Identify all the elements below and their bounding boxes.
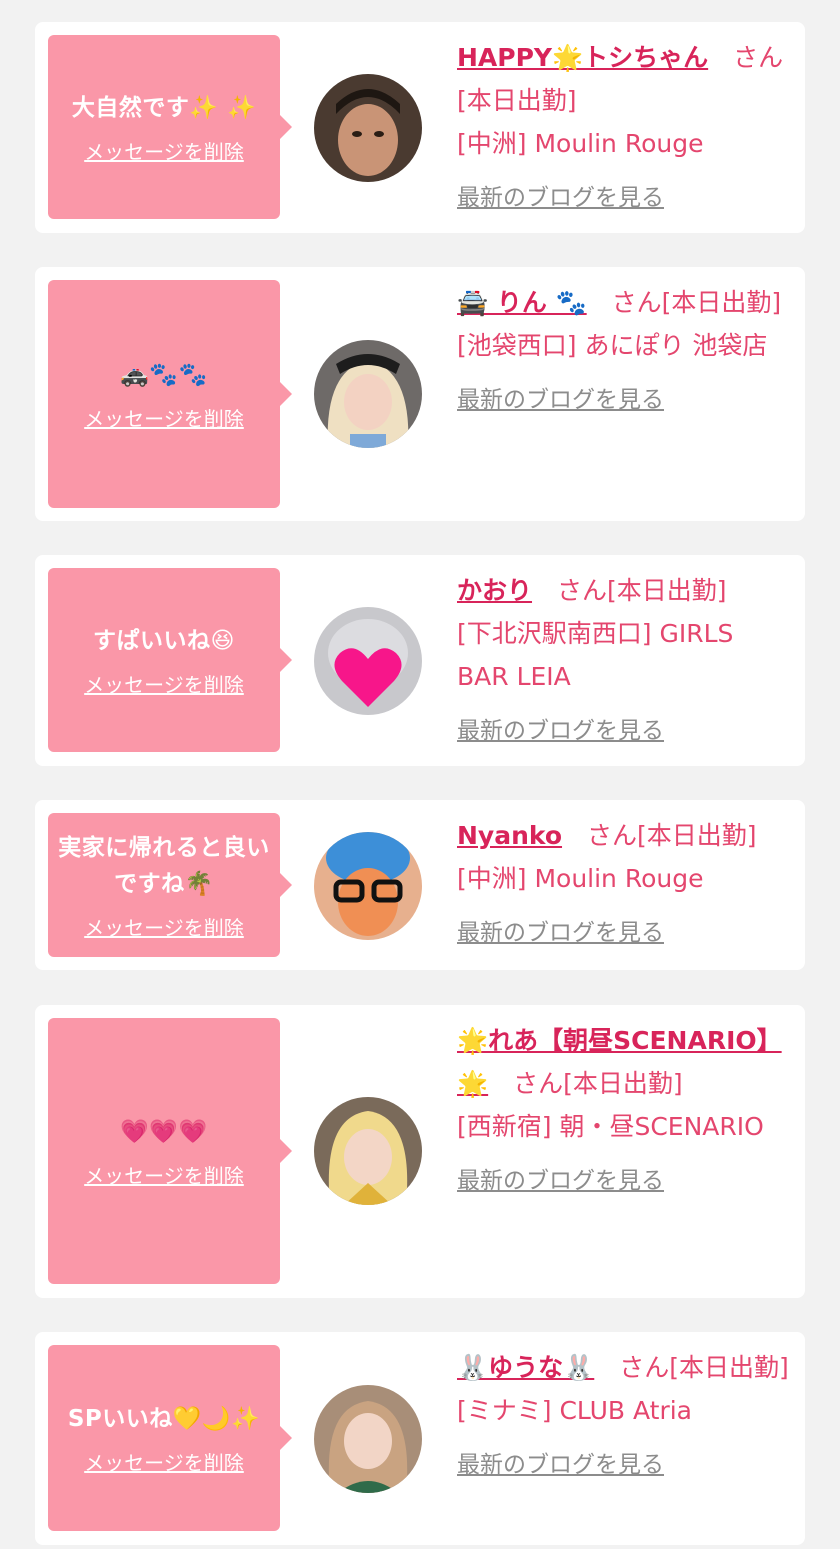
cast-status: さん[本日出勤]	[562, 821, 757, 850]
message-card: すぱいいね😆 メッセージを削除 かおり さん[本日出勤] [下北沢駅南西口] G…	[35, 555, 805, 766]
avatar-photo	[314, 832, 422, 940]
message-card: 大自然です✨ ✨ メッセージを削除 HAPPY🌟トシちゃん さん[本日出勤] […	[35, 22, 805, 233]
cast-info: 🌟れあ【朝昼SCENARIO】🌟 さん[本日出勤] [西新宿] 朝・昼SCENA…	[457, 1019, 791, 1203]
message-bubble: SPいいね💛🌙✨ メッセージを削除	[48, 1345, 292, 1531]
message-text: SPいいね💛🌙✨	[67, 1405, 261, 1432]
cast-info: かおり さん[本日出勤] [下北沢駅南西口] GIRLS BAR LEIA 最新…	[457, 569, 791, 753]
avatar-photo	[314, 74, 422, 182]
cast-status: さん[本日出勤]	[532, 576, 727, 605]
cast-status: さん[本日出勤]	[586, 288, 782, 317]
latest-blog-link[interactable]: 最新のブログを見る	[457, 379, 664, 422]
message-text: 大自然です✨ ✨	[71, 94, 257, 121]
cast-status: さん[本日出勤]	[594, 1353, 789, 1382]
message-text: 🚓🐾🐾	[120, 361, 208, 388]
avatar[interactable]	[314, 1385, 422, 1493]
shop-name: [ミナミ] CLUB Atria	[457, 1396, 692, 1425]
cast-info: 🐰ゆうな🐰 さん[本日出勤] [ミナミ] CLUB Atria 最新のブログを見…	[457, 1346, 791, 1487]
avatar-photo	[314, 340, 422, 448]
cast-info: 🚔 りん 🐾 さん[本日出勤] [池袋西口] あにぽり 池袋店 最新のブログを見…	[457, 281, 791, 422]
avatar[interactable]	[314, 607, 422, 715]
message-card: 実家に帰れると良いですね🌴 メッセージを削除 Nyanko さん[本日出勤] […	[35, 800, 805, 970]
message-bubble: 大自然です✨ ✨ メッセージを削除	[48, 35, 292, 219]
delete-message-link[interactable]: メッセージを削除	[84, 912, 244, 941]
delete-message-link[interactable]: メッセージを削除	[84, 403, 244, 432]
message-card: 💗💗💗 メッセージを削除 🌟れあ【朝昼SCENARIO】🌟 さん[本日出勤] […	[35, 1005, 805, 1298]
message-bubble: 🚓🐾🐾 メッセージを削除	[48, 280, 292, 508]
avatar[interactable]	[314, 340, 422, 448]
message-text: 💗💗💗	[120, 1118, 208, 1145]
cast-status: さん[本日出勤]	[488, 1069, 683, 1098]
cast-name-link[interactable]: Nyanko	[457, 821, 562, 850]
avatar-photo	[314, 1097, 422, 1205]
shop-name: [池袋西口] あにぽり 池袋店	[457, 331, 768, 360]
message-text: 実家に帰れると良いですね🌴	[58, 834, 270, 897]
avatar-photo	[314, 1385, 422, 1493]
latest-blog-link[interactable]: 最新のブログを見る	[457, 710, 664, 753]
latest-blog-link[interactable]: 最新のブログを見る	[457, 912, 664, 955]
latest-blog-link[interactable]: 最新のブログを見る	[457, 1444, 664, 1487]
message-text: すぱいいね😆	[93, 627, 235, 654]
delete-message-link[interactable]: メッセージを削除	[84, 136, 244, 165]
avatar-photo	[314, 607, 422, 715]
delete-message-link[interactable]: メッセージを削除	[84, 669, 244, 698]
delete-message-link[interactable]: メッセージを削除	[84, 1160, 244, 1189]
cast-name-link[interactable]: HAPPY🌟トシちゃん	[457, 43, 708, 72]
shop-name: [中洲] Moulin Rouge	[457, 864, 704, 893]
avatar[interactable]	[314, 1097, 422, 1205]
cast-name-link[interactable]: 🐰ゆうな🐰	[457, 1353, 594, 1382]
favorites-message-list: 大自然です✨ ✨ メッセージを削除 HAPPY🌟トシちゃん さん[本日出勤] […	[0, 0, 840, 1549]
shop-name: [中洲] Moulin Rouge	[457, 129, 704, 158]
message-card: 🚓🐾🐾 メッセージを削除 🚔 りん 🐾 さん[本日出勤] [池袋西口] あにぽり…	[35, 267, 805, 521]
shop-name: [下北沢駅南西口] GIRLS BAR LEIA	[457, 619, 734, 691]
cast-info: Nyanko さん[本日出勤] [中洲] Moulin Rouge 最新のブログ…	[457, 814, 791, 955]
latest-blog-link[interactable]: 最新のブログを見る	[457, 1160, 664, 1203]
cast-name-link[interactable]: 🚔 りん 🐾	[457, 288, 587, 317]
avatar[interactable]	[314, 832, 422, 940]
shop-name: [西新宿] 朝・昼SCENARIO	[457, 1112, 764, 1141]
delete-message-link[interactable]: メッセージを削除	[84, 1447, 244, 1476]
avatar[interactable]	[314, 74, 422, 182]
message-bubble: 実家に帰れると良いですね🌴 メッセージを削除	[48, 813, 292, 957]
message-bubble: すぱいいね😆 メッセージを削除	[48, 568, 292, 752]
latest-blog-link[interactable]: 最新のブログを見る	[457, 177, 664, 220]
cast-info: HAPPY🌟トシちゃん さん[本日出勤] [中洲] Moulin Rouge 最…	[457, 36, 791, 220]
cast-name-link[interactable]: かおり	[457, 576, 532, 605]
message-bubble: 💗💗💗 メッセージを削除	[48, 1018, 292, 1284]
message-card: SPいいね💛🌙✨ メッセージを削除 🐰ゆうな🐰 さん[本日出勤] [ミナミ] C…	[35, 1332, 805, 1545]
